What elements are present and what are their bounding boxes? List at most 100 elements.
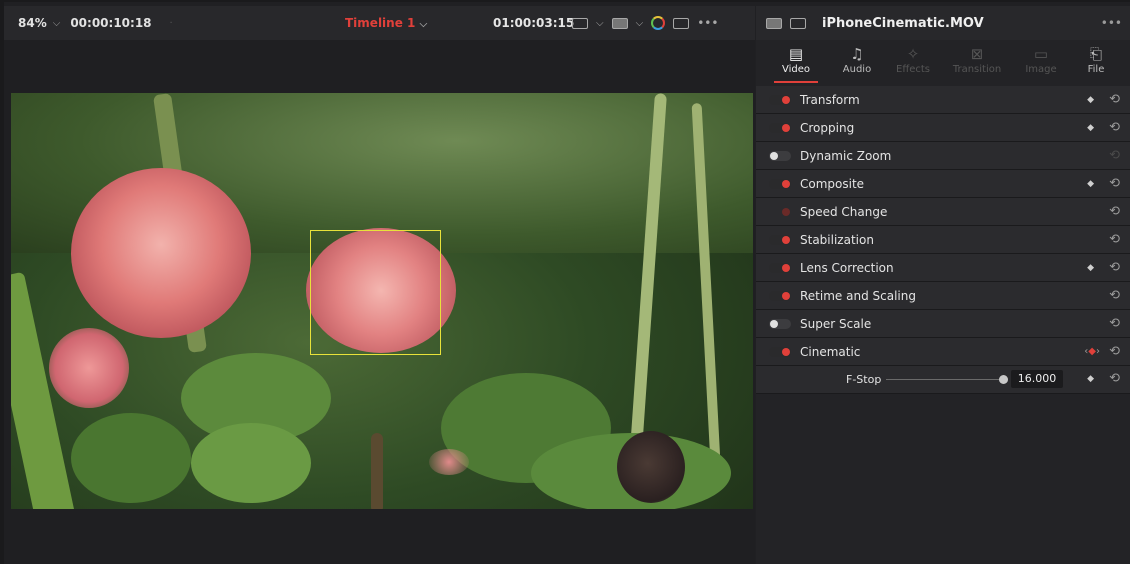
keyframe-diamond-icon[interactable]: ◆ [1087, 263, 1094, 273]
film-icon: ▤ [788, 45, 804, 63]
enable-toggle[interactable] [769, 150, 791, 161]
reset-icon[interactable]: ⟲ [1109, 288, 1120, 303]
section-cinematic[interactable]: Cinematic ‹◆› ⟲ [756, 338, 1130, 366]
next-keyframe-icon[interactable]: › [1096, 346, 1100, 357]
enable-toggle[interactable] [769, 207, 791, 217]
section-label: Composite [800, 176, 865, 191]
tab-label: Transition [952, 64, 1002, 75]
reset-icon[interactable]: ⟲ [1109, 260, 1120, 275]
chevron-down-icon[interactable]: ⌵ [53, 18, 61, 29]
tab-audio[interactable]: ♫ Audio [827, 44, 887, 75]
section-label: Cinematic [800, 344, 861, 359]
ginger-flower [49, 328, 129, 408]
seed-pod [617, 431, 685, 503]
file-icon: ⎗ [1089, 45, 1102, 63]
image-icon: ▭ [1033, 45, 1049, 63]
tab-label: Effects [896, 64, 930, 75]
section-label: Lens Correction [800, 260, 894, 275]
timeline-name: Timeline 1 [345, 16, 416, 30]
section-cropping[interactable]: Cropping ◆ ⟲ [756, 114, 1130, 142]
section-speed-change[interactable]: Speed Change ⟲ [756, 198, 1130, 226]
section-super-scale[interactable]: Super Scale ⟲ [756, 310, 1130, 338]
split-view-icon[interactable] [790, 17, 806, 29]
tab-label: Image [1025, 64, 1057, 75]
enable-toggle[interactable] [769, 290, 791, 301]
keyframe-nav[interactable]: ‹◆› [1084, 346, 1100, 357]
tab-file[interactable]: ⎗ File [1066, 44, 1126, 75]
keyframe-diamond-icon[interactable]: ◆ [1087, 179, 1094, 189]
reset-icon[interactable]: ⟲ [1109, 232, 1120, 247]
reset-icon[interactable]: ⟲ [1109, 371, 1120, 386]
fstop-value-field[interactable]: 16.000 [1011, 370, 1063, 388]
keyframe-diamond-icon[interactable]: ◆ [1087, 123, 1094, 133]
slider-knob[interactable] [999, 375, 1008, 384]
music-note-icon: ♫ [850, 45, 864, 63]
tab-transition[interactable]: ⊠ Transition [947, 44, 1007, 75]
clip-name: iPhoneCinematic.MOV [822, 15, 984, 31]
foliage [71, 413, 191, 503]
fstop-slider[interactable] [886, 375, 1008, 384]
keyframe-diamond-icon[interactable]: ◆ [1088, 346, 1096, 357]
tab-label: File [1087, 64, 1105, 75]
fullscreen-icon[interactable] [673, 17, 690, 29]
viewer-layout-icon[interactable] [572, 17, 588, 29]
tab-image[interactable]: ▭ Image [1011, 44, 1071, 75]
section-label: Super Scale [800, 316, 872, 331]
section-label: Retime and Scaling [800, 288, 916, 303]
section-transform[interactable]: Transform ◆ ⟲ [756, 86, 1130, 114]
keyframe-diamond-icon[interactable]: ◆ [1087, 95, 1094, 105]
reset-icon[interactable]: ⟲ [1109, 316, 1120, 331]
magic-wand-icon: ✧ [906, 45, 920, 63]
section-label: Speed Change [800, 204, 888, 219]
source-timecode: 00:00:10:18 [70, 16, 152, 30]
ginger-flower [429, 449, 469, 475]
reset-icon[interactable]: ⟲ [1109, 148, 1120, 163]
enable-toggle[interactable] [769, 346, 791, 357]
inspector-header: iPhoneCinematic.MOV ••• [756, 6, 1130, 40]
section-label: Stabilization [800, 232, 874, 247]
enable-toggle[interactable] [769, 262, 791, 273]
fstop-control: F-Stop 16.000 ◆ ⟲ [756, 366, 1130, 394]
flower-stem [371, 433, 383, 509]
chevron-down-icon[interactable]: ⌵ [596, 18, 604, 29]
chevron-down-icon[interactable]: ⌵ [636, 18, 644, 29]
fstop-label: F-Stop [846, 373, 882, 386]
chevron-down-icon: ⌵ [419, 19, 428, 30]
reset-icon[interactable]: ⟲ [1109, 92, 1120, 107]
color-viewer-icon[interactable] [651, 16, 666, 30]
inspector-section-list: Transform ◆ ⟲ Cropping ◆ ⟲ Dynamic Zoom … [756, 86, 1130, 394]
tab-effects[interactable]: ✧ Effects [883, 44, 943, 75]
tracking-box[interactable] [310, 230, 441, 355]
image-thumbnail-icon[interactable] [766, 17, 782, 29]
enable-toggle[interactable] [769, 234, 791, 245]
enable-toggle[interactable] [769, 318, 791, 329]
more-options-icon[interactable]: ••• [697, 16, 718, 30]
more-options-icon[interactable]: ••• [1101, 16, 1122, 30]
reset-icon[interactable]: ⟲ [1109, 204, 1120, 219]
reset-icon[interactable]: ⟲ [1109, 120, 1120, 135]
tab-label: Video [781, 64, 811, 75]
viewer-toolbar: 84% ⌵ 00:00:10:18 · Timeline 1 ⌵ 01:00:0… [4, 6, 755, 40]
section-label: Transform [800, 92, 860, 107]
section-dynamic-zoom[interactable]: Dynamic Zoom ⟲ [756, 142, 1130, 170]
section-retime-and-scaling[interactable]: Retime and Scaling ⟲ [756, 282, 1130, 310]
section-composite[interactable]: Composite ◆ ⟲ [756, 170, 1130, 198]
foliage [191, 423, 311, 503]
enable-toggle[interactable] [769, 122, 791, 133]
tab-video[interactable]: ▤ Video [766, 44, 826, 83]
section-label: Dynamic Zoom [800, 148, 892, 163]
display-mode-icon[interactable] [611, 17, 628, 29]
record-timecode: 01:00:03:15 [493, 16, 575, 30]
zoom-level[interactable]: 84% [18, 16, 47, 30]
reset-icon[interactable]: ⟲ [1109, 176, 1120, 191]
enable-toggle[interactable] [769, 94, 791, 105]
section-label: Cropping [800, 120, 855, 135]
section-stabilization[interactable]: Stabilization ⟲ [756, 226, 1130, 254]
section-lens-correction[interactable]: Lens Correction ◆ ⟲ [756, 254, 1130, 282]
timeline-selector[interactable]: Timeline 1 ⌵ [345, 16, 427, 30]
tab-label: Audio [842, 64, 872, 75]
options-dot-icon[interactable]: · [170, 18, 173, 29]
enable-toggle[interactable] [769, 178, 791, 189]
reset-icon[interactable]: ⟲ [1109, 344, 1120, 359]
keyframe-diamond-icon[interactable]: ◆ [1087, 374, 1094, 384]
